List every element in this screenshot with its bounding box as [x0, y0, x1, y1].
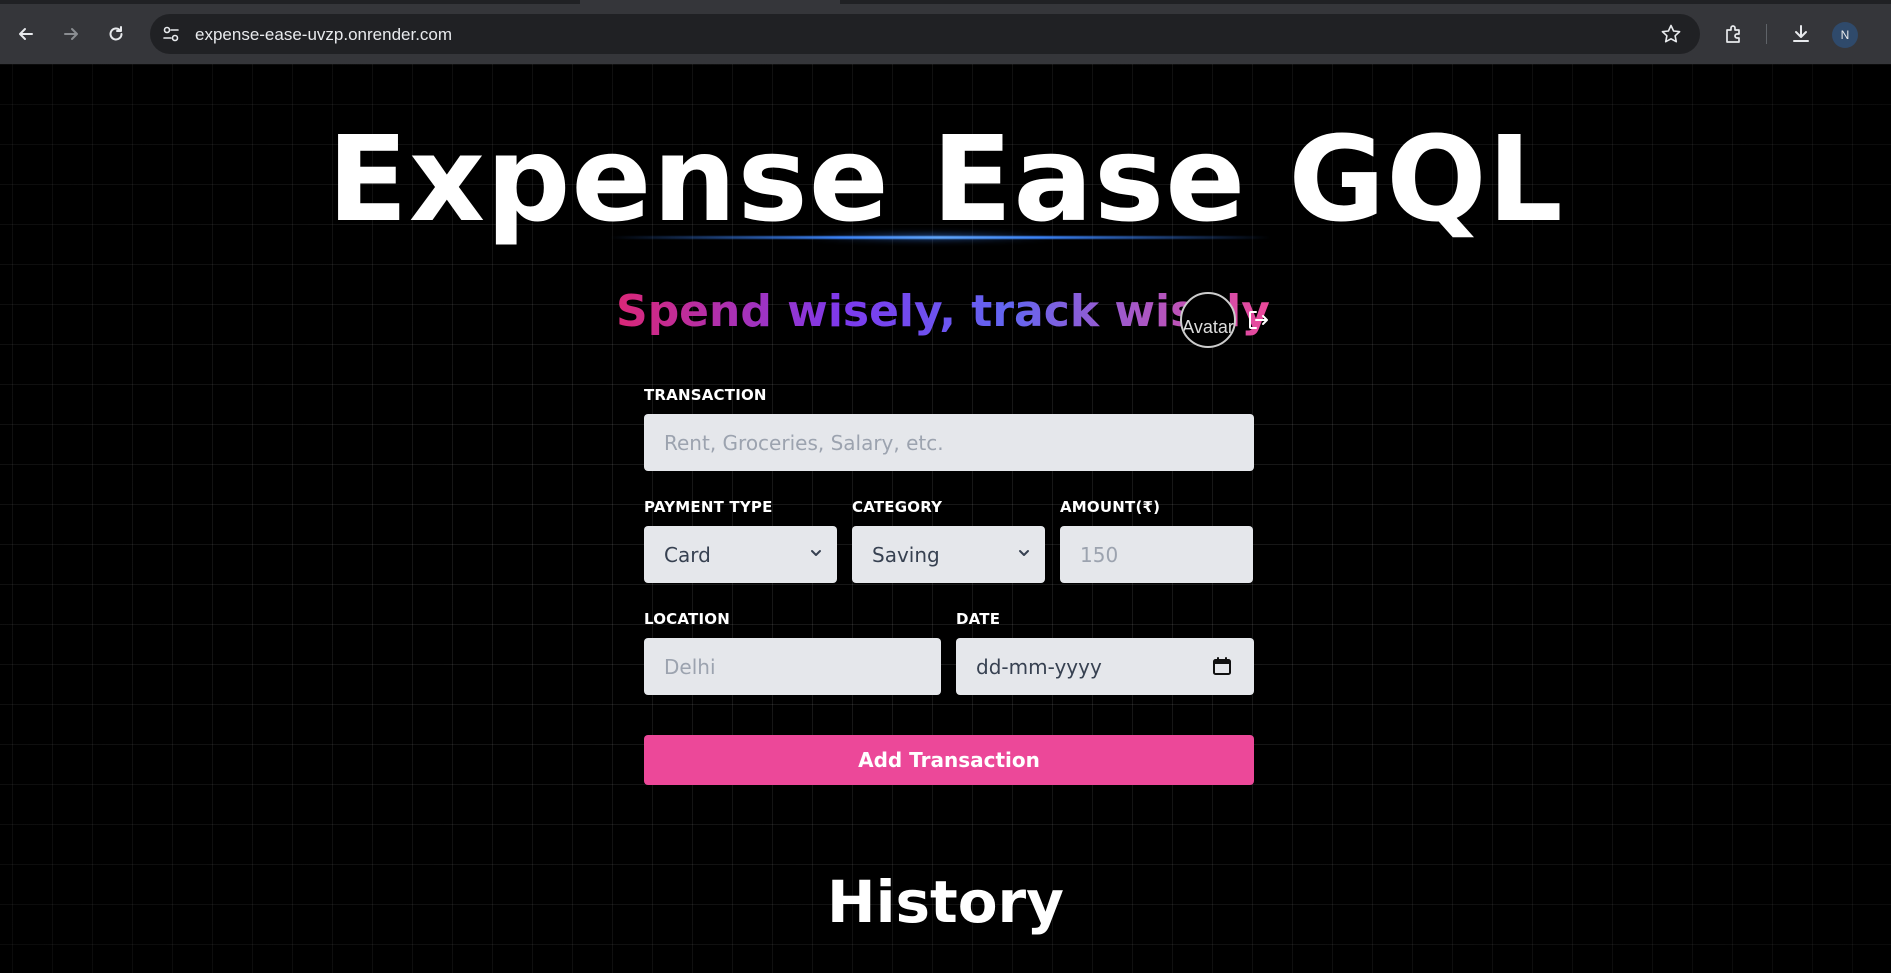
- page-background: Expense Ease GQL Spend wisely, track wis…: [0, 64, 1891, 973]
- add-transaction-button[interactable]: Add Transaction: [644, 735, 1254, 785]
- calendar-icon[interactable]: [1212, 656, 1232, 676]
- transaction-label: TRANSACTION: [644, 386, 767, 404]
- download-icon[interactable]: [1787, 20, 1815, 48]
- title-underline: [610, 236, 1270, 239]
- tab-strip-edge: [840, 0, 1891, 4]
- tab-strip-edge: [0, 0, 580, 4]
- avatar-alt-text: Avatar: [1182, 317, 1234, 337]
- url-text[interactable]: expense-ease-uvzp.onrender.com: [195, 25, 452, 45]
- site-info-icon[interactable]: [160, 23, 182, 45]
- date-placeholder: dd-mm-yyyy: [976, 654, 1102, 679]
- amount-input[interactable]: 150: [1060, 526, 1253, 583]
- transaction-input[interactable]: Rent, Groceries, Salary, etc.: [644, 414, 1254, 471]
- reload-icon[interactable]: [102, 20, 130, 48]
- avatar[interactable]: Avatar: [1180, 292, 1236, 348]
- tagline: Spend wisely, track wisely: [616, 286, 1270, 337]
- category-value: Saving: [872, 542, 940, 567]
- payment-type-value: Card: [664, 542, 711, 567]
- date-input[interactable]: dd-mm-yyyy: [956, 638, 1254, 695]
- profile-avatar[interactable]: N: [1832, 22, 1858, 48]
- address-bar[interactable]: expense-ease-uvzp.onrender.com: [150, 14, 1700, 54]
- category-select[interactable]: Saving: [852, 526, 1045, 583]
- location-input[interactable]: Delhi: [644, 638, 941, 695]
- transaction-placeholder: Rent, Groceries, Salary, etc.: [664, 430, 944, 455]
- payment-type-label: PAYMENT TYPE: [644, 498, 773, 516]
- browser-toolbar: expense-ease-uvzp.onrender.com N: [0, 0, 1891, 64]
- bookmark-star-icon[interactable]: [1660, 23, 1682, 45]
- location-placeholder: Delhi: [664, 654, 716, 679]
- date-label: DATE: [956, 610, 1001, 628]
- amount-label: AMOUNT(₹): [1060, 498, 1161, 516]
- app-title: Expense Ease GQL: [327, 110, 1564, 248]
- chevron-down-icon: [811, 550, 821, 556]
- forward-icon[interactable]: [57, 20, 85, 48]
- toolbar-divider: [1766, 24, 1767, 44]
- amount-placeholder: 150: [1080, 542, 1119, 567]
- history-heading: History: [827, 868, 1064, 936]
- back-icon[interactable]: [12, 20, 40, 48]
- payment-type-select[interactable]: Card: [644, 526, 837, 583]
- extensions-icon[interactable]: [1720, 20, 1748, 48]
- chevron-down-icon: [1019, 550, 1029, 556]
- location-label: LOCATION: [644, 610, 730, 628]
- category-label: CATEGORY: [852, 498, 943, 516]
- logout-icon[interactable]: [1245, 307, 1271, 333]
